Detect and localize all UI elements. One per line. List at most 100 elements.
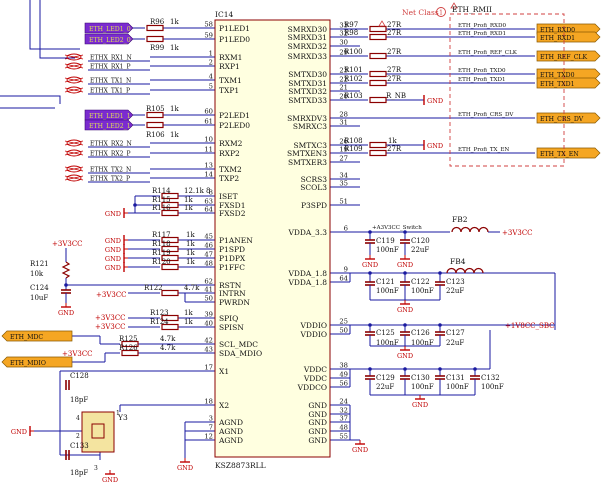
led-net-label-text: ETH_LED2_1 [89, 123, 131, 130]
ic-pin-number: 27 [339, 155, 348, 163]
ic-pin-number: 50 [339, 327, 348, 335]
gnd-label: GND [177, 464, 193, 472]
fb2-ref: FB2 [452, 215, 468, 224]
port-eth-mdio-text: ETH_MDIO [10, 360, 46, 367]
warning-icon [378, 20, 386, 27]
ic-pin-number: 4 [209, 73, 213, 81]
ic-pin-number: 55 [339, 433, 348, 441]
rmii-resistor-val: 27R [387, 21, 402, 29]
ic-pin-name: SMRXD32 [288, 42, 328, 51]
ic-pin-name: INTRN [219, 289, 246, 298]
gnd-label: GND [105, 210, 121, 218]
rmii-resistor-val: 27R [387, 48, 402, 56]
rmii-resistor [369, 52, 387, 60]
cap-ref: C129 [376, 374, 395, 382]
resistor-ref: R115 [152, 196, 171, 204]
ic-pin-name: SMRXD31 [288, 33, 327, 42]
ic-pin-number: 1 [209, 50, 213, 58]
cap-ref: C123 [446, 278, 465, 286]
cap-val: 100nF [411, 339, 434, 347]
net-class-mark: 1 [439, 10, 443, 17]
cap-val: 100nF [446, 383, 469, 391]
port-eth_ref_clk-text: ETH_REF_CLK [540, 54, 588, 61]
rmii-resistor-ref: R102 [344, 75, 363, 83]
resistor-symbol [161, 289, 179, 297]
rmii-resistor-ref: R100 [344, 48, 363, 56]
supply-3v3-label: +3V3CC [96, 291, 127, 299]
ic-pin-name: SMTXEN3 [287, 149, 327, 158]
ic-pin-number: 42 [204, 337, 213, 345]
resistor-ref: R119 [152, 249, 171, 257]
rmii-net-name: ETH_Profi_TXD0 [458, 68, 506, 74]
ic-pin-name: VDDC [303, 365, 327, 374]
ic-pin-name: SMRXC3 [293, 122, 327, 131]
led-resistor [146, 35, 164, 43]
ic-pin-number: 60 [204, 108, 213, 116]
cap-val: 22uF [376, 383, 394, 391]
ic-pin-number: 48 [204, 260, 213, 268]
ic-pin-name: ISET [219, 192, 238, 201]
ic-pin-name: SPISN [219, 323, 244, 332]
cap-ref: C119 [376, 237, 395, 245]
ic-pin-number: 64 [204, 206, 213, 214]
resistor-ref: R122 [144, 284, 163, 292]
r121-ref: R121 [30, 260, 49, 268]
port-eth_txd0-text: ETH_TXD0 [540, 72, 575, 79]
ic-pin-name: P3SPD [301, 201, 327, 210]
supply-3v3-label: +3V3CC [95, 323, 126, 331]
rmii-net-name: ETH_Profi_CRS_DV [458, 112, 514, 118]
supply-3v3-label: +3V3CC [95, 314, 126, 322]
ic-pin-number: 40 [204, 320, 213, 328]
cap-ref: C125 [376, 329, 395, 337]
ic-pin-number: 51 [339, 198, 348, 206]
c133-ref: C133 [70, 442, 89, 450]
ic-pin-number: 43 [204, 346, 213, 354]
diff-net-label: ETHX_RX2_N [90, 141, 132, 148]
resistor-val: 1k [184, 318, 193, 326]
bus-wire [0, 95, 61, 104]
ic-pin-name: X1 [219, 367, 229, 376]
rmii-net-name: ETH_Profi_REF_CLK [458, 50, 518, 56]
ic-pin-number: 47 [204, 251, 213, 259]
gnd-label: GND [105, 264, 121, 272]
cap-ref: C127 [446, 329, 465, 337]
cap-val: 22uF [446, 287, 464, 295]
ic-pin-number: 9 [344, 266, 348, 274]
resistor-val: 1k [170, 105, 179, 113]
resistor-val: 1k [170, 18, 179, 26]
resistor-ref: R125 [119, 335, 138, 343]
cap-val: 100nF [481, 383, 504, 391]
supply-3v3-label: +3V3CC [502, 229, 533, 237]
diff-net-label: ETHX_RX1_N [90, 55, 132, 62]
ic-pin-number: 11 [204, 146, 213, 154]
ic-pin-name: GND [308, 401, 327, 410]
ic-pin-name: RXP1 [219, 62, 240, 71]
ic-pin-name: VDDC [303, 374, 327, 383]
ic-pin-number: 46 [204, 242, 213, 250]
resistor-ref: R99 [150, 44, 164, 52]
rmii-resistor [369, 33, 387, 41]
cap-ref: C131 [446, 374, 465, 382]
junction [133, 203, 137, 207]
gnd-label: GND [11, 428, 27, 436]
gnd-label: GND [102, 476, 118, 484]
net-class-name: ETH_RMII [452, 5, 492, 14]
ic-pin-number: 5 [209, 83, 213, 91]
c128-ref: C128 [70, 372, 89, 380]
ic-pin-name: TXP2 [219, 174, 239, 183]
gnd-label: GND [352, 446, 368, 454]
port-eth-tx-en-text: ETH_TX_EN [540, 151, 579, 158]
ic-pin-name: VDDA_3.3 [287, 228, 327, 237]
resistor-val: 1k [186, 240, 195, 248]
ic-pin-number: 10 [204, 136, 213, 144]
crystal-pin-number: 2 [76, 433, 80, 440]
c128-val: 18pF [70, 396, 88, 404]
resistor-val: 4.7k [160, 344, 176, 352]
ic-pin-name: VDDA_1.8 [287, 269, 327, 278]
ic-pin-number: 32 [339, 407, 348, 415]
ic-pin-name: TXP1 [219, 86, 239, 95]
ic-part-name: KSZ8873RLL [215, 461, 266, 470]
ic-pin-name: SDA_MDIO [219, 349, 262, 358]
gnd-label: GND [105, 246, 121, 254]
ic-pin-name: AGND [218, 418, 243, 427]
